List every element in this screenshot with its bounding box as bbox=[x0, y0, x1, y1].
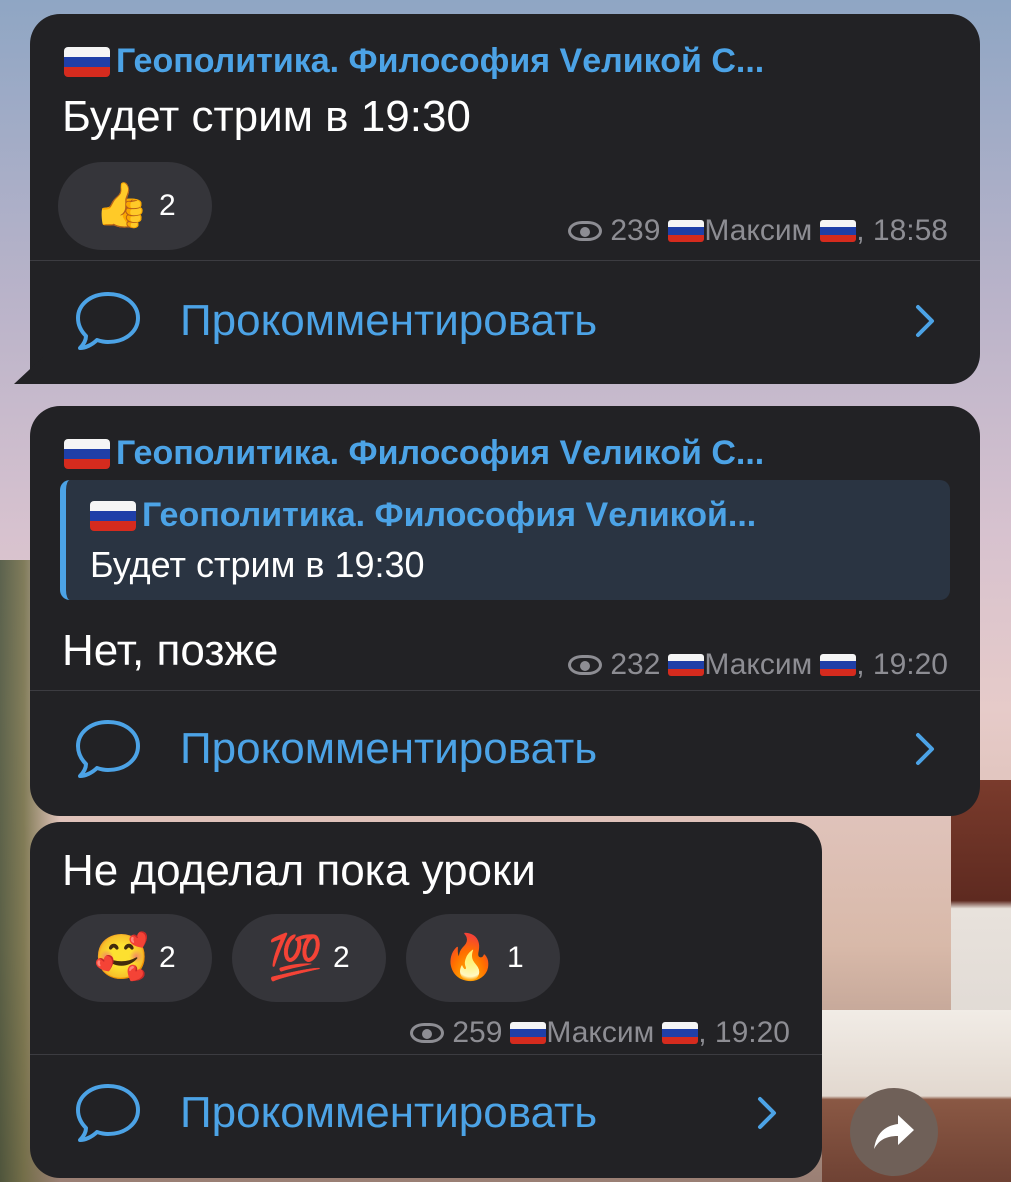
russian-flag-icon bbox=[820, 220, 857, 242]
reply-text: Будет стрим в 19:30 bbox=[90, 544, 425, 585]
reply-author: Геополитика. Философия Vеликой... bbox=[90, 496, 756, 535]
comment-label: Прокомментировать bbox=[180, 1088, 598, 1137]
signature: Максим bbox=[704, 214, 813, 247]
chevron-right-icon bbox=[916, 733, 934, 765]
message-time: , 19:20 bbox=[856, 648, 948, 681]
views-eye-icon bbox=[410, 1023, 445, 1043]
channel-author[interactable]: Геополитика. Философия Vеликой С... bbox=[64, 434, 764, 473]
comment-label: Прокомментировать bbox=[180, 296, 598, 345]
comment-label: Прокомментировать bbox=[180, 724, 598, 773]
russian-flag-icon bbox=[668, 654, 705, 676]
reaction-count: 2 bbox=[159, 941, 176, 974]
comment-button[interactable]: Прокомментировать bbox=[30, 276, 980, 366]
divider bbox=[30, 1054, 822, 1055]
fire-icon: 🔥 bbox=[442, 932, 498, 983]
comment-button[interactable]: Прокомментировать bbox=[30, 1068, 822, 1158]
signature: Максим bbox=[546, 1016, 655, 1049]
message-bubble[interactable]: Геополитика. Философия Vеликой С... Геоп… bbox=[30, 406, 980, 816]
divider bbox=[30, 260, 980, 261]
thumbs-up-icon: 👍 bbox=[94, 180, 150, 231]
message-bubble[interactable]: Геополитика. Философия Vеликой С... Буде… bbox=[30, 14, 980, 384]
russian-flag-icon bbox=[64, 438, 110, 469]
share-arrow-icon bbox=[874, 1115, 914, 1149]
comment-button[interactable]: Прокомментировать bbox=[30, 704, 980, 794]
reply-quote[interactable]: Геополитика. Философия Vеликой... Будет … bbox=[60, 480, 950, 600]
reaction-count: 2 bbox=[333, 941, 350, 974]
message-time: , 19:20 bbox=[698, 1016, 790, 1049]
reaction-count: 1 bbox=[507, 941, 524, 974]
author-name: Геополитика. Философия Vеликой С... bbox=[116, 42, 765, 80]
comment-bubble-icon bbox=[76, 1084, 140, 1142]
russian-flag-icon bbox=[668, 220, 705, 242]
divider bbox=[30, 690, 980, 691]
russian-flag-icon bbox=[90, 500, 136, 531]
russian-flag-icon bbox=[662, 1022, 699, 1044]
signature: Максим bbox=[704, 648, 813, 681]
message-text: Будет стрим в 19:30 bbox=[62, 92, 471, 141]
chevron-right-icon bbox=[758, 1097, 776, 1129]
message-bubble[interactable]: Не доделал пока уроки 🥰 2 💯 2 🔥 1 259 Ма… bbox=[30, 822, 822, 1178]
hundred-points-icon: 💯 bbox=[268, 932, 324, 983]
author-name: Геополитика. Философия Vеликой С... bbox=[116, 434, 765, 472]
smiling-hearts-icon: 🥰 bbox=[94, 932, 150, 983]
message-meta: 232 Максим , 19:20 bbox=[568, 648, 948, 682]
reaction-smiling-hearts[interactable]: 🥰 2 bbox=[58, 914, 212, 1002]
message-meta: 259 Максим , 19:20 bbox=[410, 1016, 790, 1050]
bubble-tail bbox=[14, 356, 44, 384]
views-count: 232 bbox=[610, 648, 661, 681]
channel-author[interactable]: Геополитика. Философия Vеликой С... bbox=[64, 42, 764, 81]
views-eye-icon bbox=[568, 221, 603, 241]
reply-author-name: Геополитика. Философия Vеликой... bbox=[142, 496, 757, 534]
russian-flag-icon bbox=[820, 654, 857, 676]
comment-bubble-icon bbox=[76, 292, 140, 350]
views-count: 259 bbox=[452, 1016, 503, 1049]
views-eye-icon bbox=[568, 655, 603, 675]
views-count: 239 bbox=[610, 214, 661, 247]
message-time: , 18:58 bbox=[856, 214, 948, 247]
message-text: Не доделал пока уроки bbox=[62, 846, 536, 895]
message-meta: 239 Максим , 18:58 bbox=[568, 214, 948, 248]
reaction-thumbs-up[interactable]: 👍 2 bbox=[58, 162, 212, 250]
reaction-hundred[interactable]: 💯 2 bbox=[232, 914, 386, 1002]
russian-flag-icon bbox=[510, 1022, 547, 1044]
share-button[interactable] bbox=[850, 1088, 938, 1176]
reaction-fire[interactable]: 🔥 1 bbox=[406, 914, 560, 1002]
russian-flag-icon bbox=[64, 46, 110, 77]
comment-bubble-icon bbox=[76, 720, 140, 778]
reaction-count: 2 bbox=[159, 189, 176, 222]
message-text: Нет, позже bbox=[62, 626, 279, 675]
chevron-right-icon bbox=[916, 305, 934, 337]
